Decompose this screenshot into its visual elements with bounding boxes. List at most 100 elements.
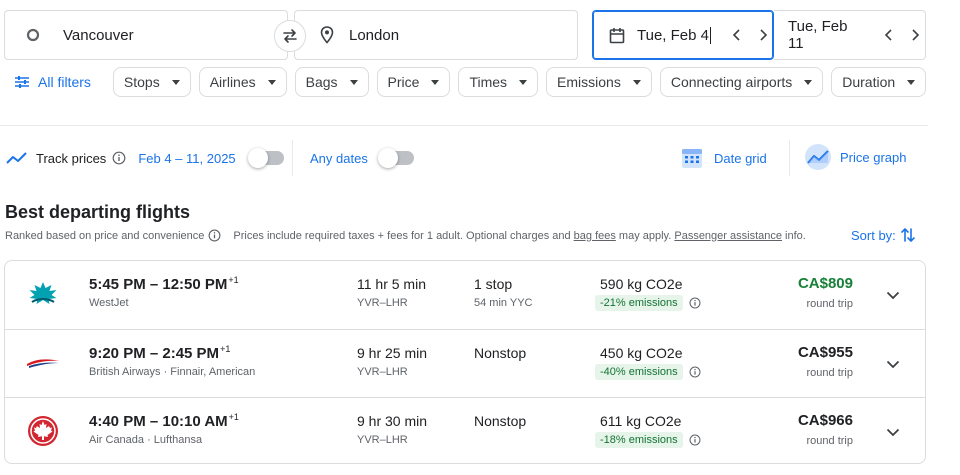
flight-row[interactable]: 9:20 PM – 2:45 PM+1 British Airways · Fi… [5,329,925,397]
all-filters-label: All filters [38,74,91,90]
sort-arrows-icon [900,226,916,244]
location-pin-icon [317,25,337,45]
text-cursor [709,26,711,44]
depart-date-value[interactable]: Tue, Feb 4 [637,27,709,44]
duration-filter-chip[interactable]: Duration [831,67,927,97]
flight-row[interactable]: 4:40 PM – 10:10 AM+1 Air Canada · Luftha… [5,397,925,463]
swap-button[interactable] [274,20,306,52]
expand-chevron-icon[interactable] [881,352,905,376]
price-graph-icon [804,143,832,171]
departure-arrival-times: 9:20 PM – 2:45 PM [89,345,220,362]
airlines-filter-chip[interactable]: Airlines [198,67,287,97]
emissions-chip-label: Emissions [557,74,621,90]
dropdown-arrow-icon [804,79,813,85]
ranked-note-text: Ranked based on price and convenience [5,229,205,242]
westjet-logo-icon [25,279,61,309]
sort-by-button[interactable]: Sort by: [851,226,916,244]
dropdown-arrow-icon [431,79,440,85]
price-graph-label: Price graph [840,149,907,165]
info-icon[interactable] [689,297,701,309]
prices-note-text: Prices include required taxes + fees for… [233,229,574,242]
divider [789,140,790,176]
airline-name: Air Canada · Lufthansa [89,434,203,446]
plus-days: +1 [228,412,239,422]
flight-price: CA$966 [797,412,853,429]
any-dates-label: Any dates [310,150,368,166]
price-graph-button[interactable]: Price graph [804,142,906,172]
times-filter-chip[interactable]: Times [458,67,539,97]
expand-chevron-icon[interactable] [881,420,905,444]
filter-bar: All filters Stops Airlines Bags Price Ti… [14,67,934,97]
depart-prev-day-icon[interactable] [727,25,747,45]
track-prices-row: Track prices Feb 4 – 11, 2025 [6,146,284,170]
swap-arrows-icon [281,27,299,45]
co2-amount: 611 kg CO2e [600,413,682,429]
toggle-knob [247,148,268,168]
info-icon[interactable] [208,229,221,242]
dropdown-arrow-icon [632,79,641,85]
trip-type: round trip [806,435,853,447]
ranking-note: Ranked based on price and convenience Pr… [5,229,806,242]
flight-stops: Nonstop [474,345,527,361]
date-grid-label: Date grid [714,150,767,166]
date-fields: Tue, Feb 4 Tue, Feb 11 [592,10,926,60]
info-icon[interactable] [689,366,701,378]
flight-stops: Nonstop [474,413,527,429]
stops-chip-label: Stops [123,74,160,90]
prices-note-text: info. [781,229,806,242]
divider [0,125,928,126]
flight-times: 9:20 PM – 2:45 PM+1 [89,344,230,362]
dropdown-arrow-icon [349,79,358,85]
section-title: Best departing flights [5,202,191,222]
return-date-value[interactable]: Tue, Feb 11 [788,18,867,52]
return-prev-day-icon[interactable] [879,25,899,45]
date-grid-button[interactable]: Date grid [680,144,767,172]
airline-name: WestJet [89,297,129,309]
return-date-field[interactable]: Tue, Feb 11 [774,10,926,60]
origin-circle-icon [23,25,43,45]
bags-filter-chip[interactable]: Bags [294,67,369,97]
dropdown-arrow-icon [519,79,528,85]
depart-next-day-icon[interactable] [753,25,773,45]
flight-route: YVR–LHR [357,366,408,378]
layover-info: 54 min YYC [474,297,533,309]
airline-name: British Airways · Finnair, American [89,366,256,378]
flight-duration: 9 hr 30 min [357,413,428,429]
trip-type: round trip [806,298,853,310]
info-icon[interactable] [112,151,126,165]
return-next-day-icon[interactable] [905,25,925,45]
flight-price: CA$809 [797,275,853,292]
all-filters-button[interactable]: All filters [14,74,91,90]
connecting-airports-filter-chip[interactable]: Connecting airports [659,67,824,97]
flight-row[interactable]: 5:45 PM – 12:50 PM+1 WestJet 11 hr 5 min… [5,261,925,329]
flight-route: YVR–LHR [357,434,408,446]
any-dates-toggle[interactable] [377,148,414,168]
price-filter-chip[interactable]: Price [376,67,451,97]
stops-filter-chip[interactable]: Stops [112,67,191,97]
origin-field[interactable]: Vancouver [4,10,288,60]
airlines-chip-label: Airlines [209,74,256,90]
destination-field[interactable]: London [294,10,578,60]
emissions-info: -21% emissions [595,295,701,311]
dropdown-arrow-icon [267,79,276,85]
flight-duration: 9 hr 25 min [357,345,428,361]
dropdown-arrow-icon [171,79,180,85]
toggle-knob [377,148,398,168]
info-icon[interactable] [689,434,701,446]
bag-fees-link[interactable]: bag fees [574,230,616,242]
calendar-grid-icon [680,146,704,170]
passenger-assistance-link[interactable]: Passenger assistance [674,230,782,242]
destination-value: London [349,26,400,44]
expand-chevron-icon[interactable] [881,283,905,307]
air-canada-logo-icon [25,416,61,446]
co2-amount: 450 kg CO2e [600,345,683,361]
times-chip-label: Times [469,74,508,90]
emissions-filter-chip[interactable]: Emissions [546,67,652,97]
any-dates-control: Any dates [310,146,414,170]
price-chip-label: Price [387,74,420,90]
track-date-range: Feb 4 – 11, 2025 [138,150,236,166]
emissions-info: -18% emissions [595,432,701,448]
depart-date-field[interactable]: Tue, Feb 4 [592,10,774,60]
track-prices-toggle[interactable] [247,148,284,168]
plus-days: +1 [228,275,239,285]
